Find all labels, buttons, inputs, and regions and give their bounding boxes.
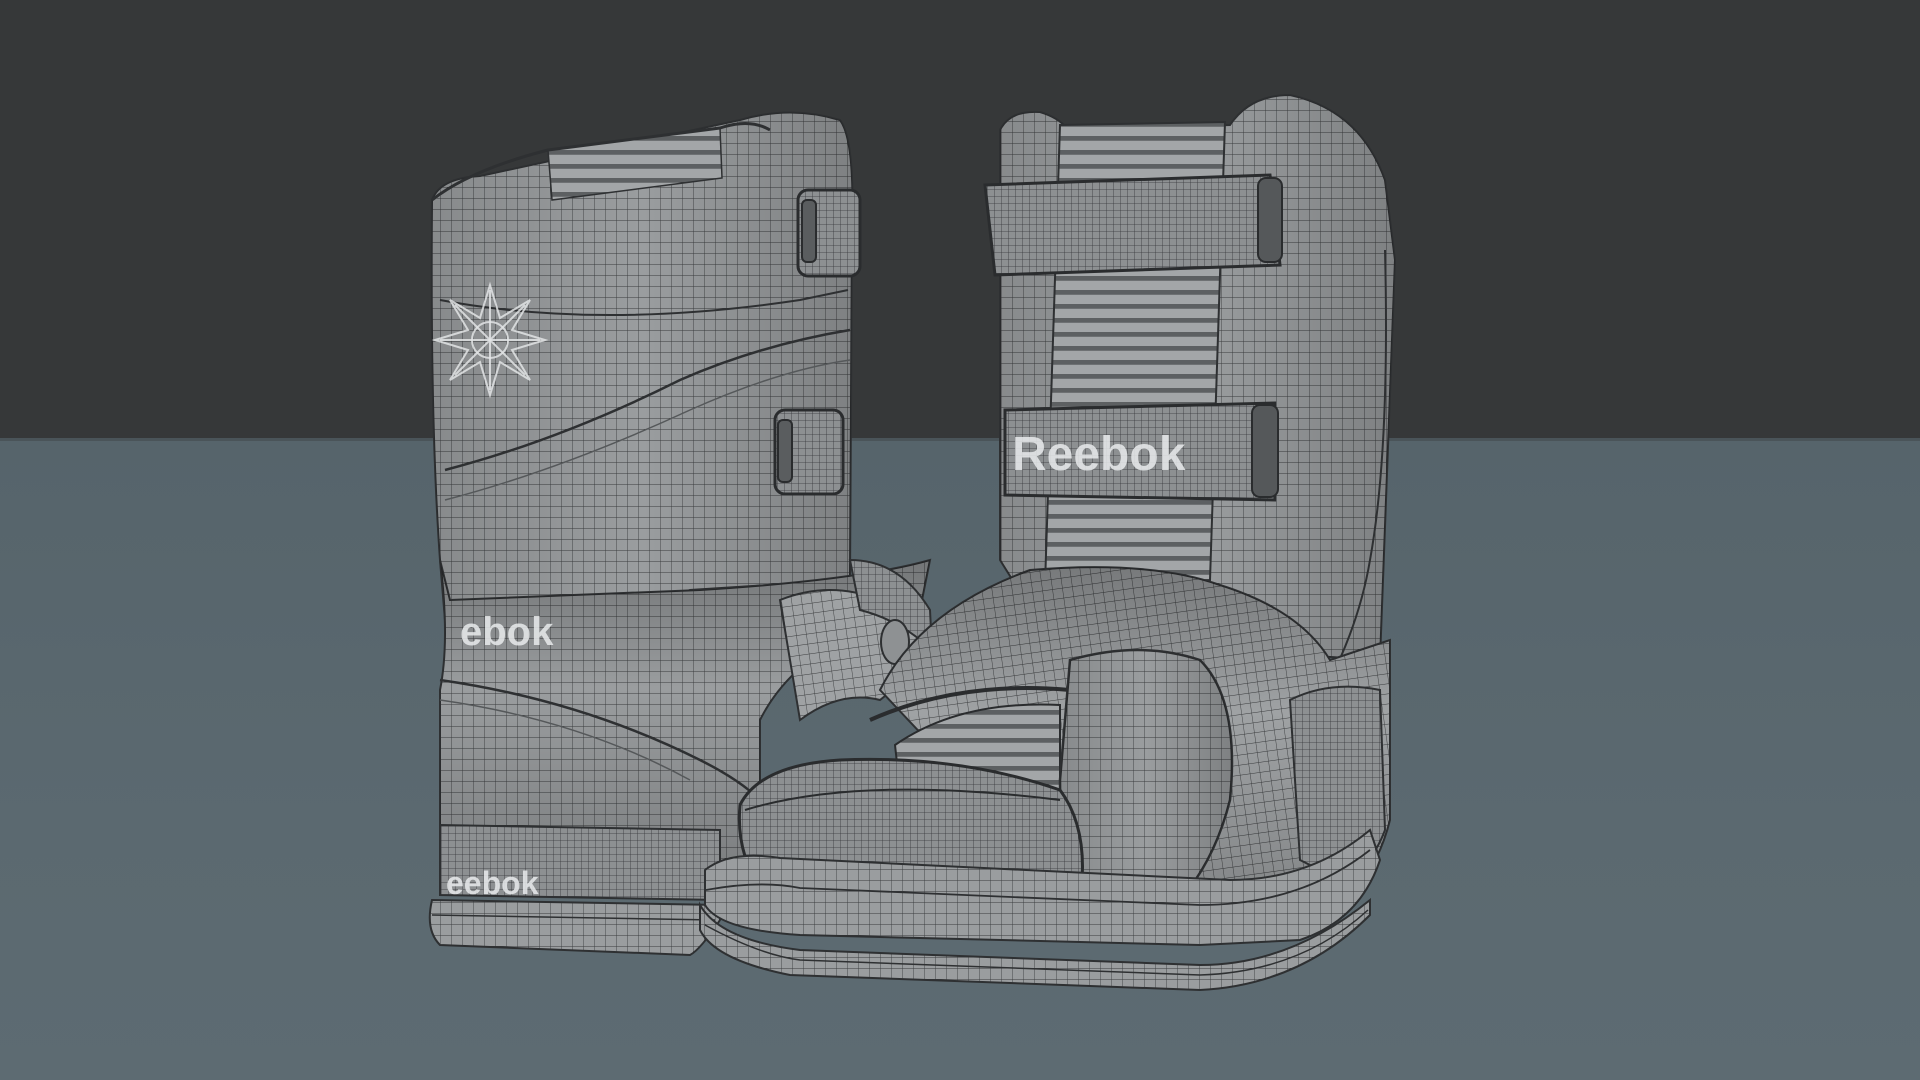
left-boot-starburst-logo — [431, 281, 549, 399]
right-boot-upper-strap — [983, 173, 1282, 277]
right-boot-strap-logo: Reebok — [1012, 428, 1186, 481]
left-boot-heel-logo: eebok — [446, 865, 539, 901]
left-boot-shaft-logo: ebok — [460, 610, 554, 654]
boots-render: ebok eebok Reebok — [428, 93, 1397, 992]
left-boot-outsole — [428, 898, 721, 957]
